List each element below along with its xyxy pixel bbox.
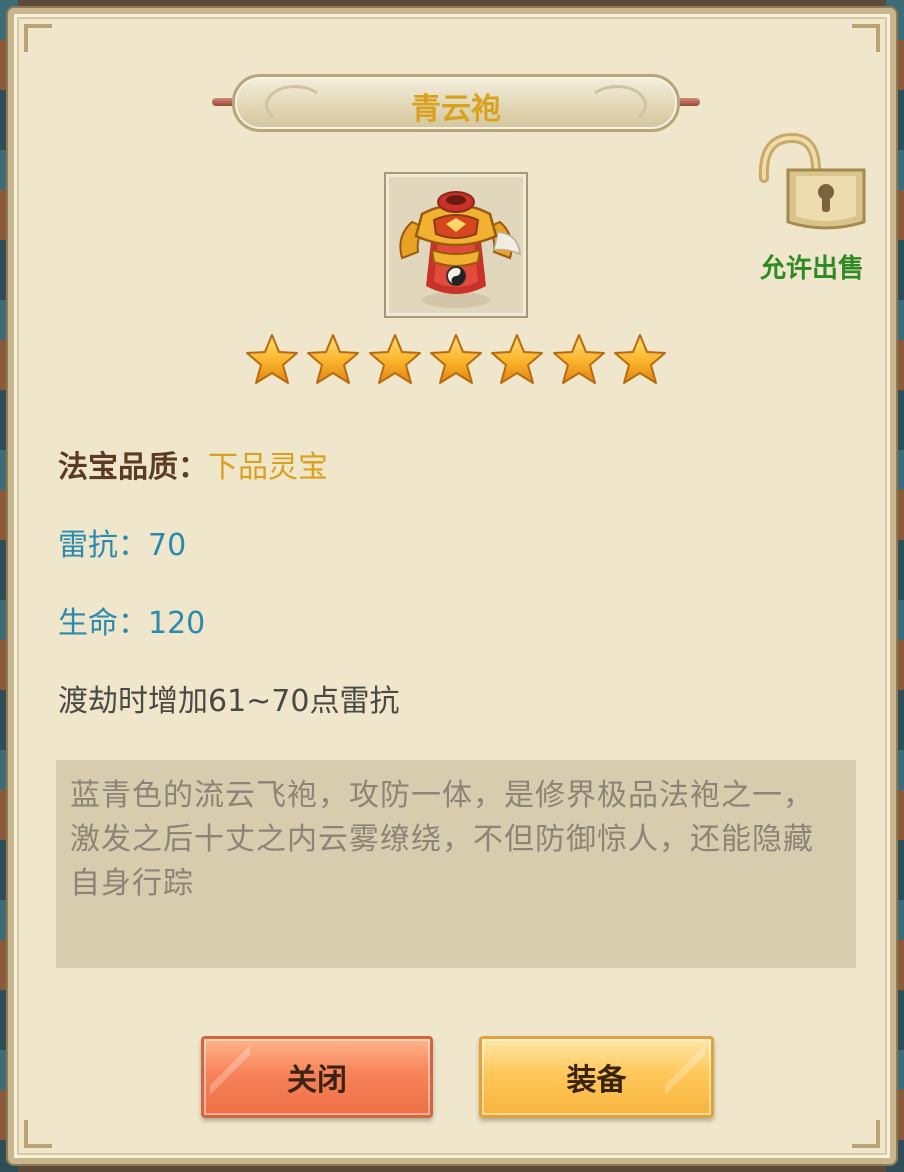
tribulation-effect: 渡劫时增加61~70点雷抗 bbox=[58, 684, 400, 719]
star-icon bbox=[613, 334, 666, 384]
thunder-resist-stat: 雷抗：70 bbox=[58, 528, 187, 563]
equip-button[interactable]: 装备 bbox=[479, 1036, 714, 1118]
star-icon bbox=[307, 334, 360, 384]
equip-button-label: 装备 bbox=[566, 1063, 627, 1098]
star-icon bbox=[491, 334, 544, 384]
robe-armor-icon bbox=[399, 191, 521, 308]
corner-ornament bbox=[852, 1120, 880, 1148]
item-icon-frame bbox=[384, 172, 528, 318]
corner-ornament bbox=[852, 24, 880, 52]
item-title: 青云袍 bbox=[411, 92, 501, 127]
item-description: 蓝青色的流云飞袍，攻防一体，是修界极品法袍之一，激发之后十丈之内云雾缭绕，不但防… bbox=[56, 760, 856, 968]
close-button-label: 关闭 bbox=[287, 1063, 347, 1098]
star-rating bbox=[244, 332, 668, 390]
star-icon bbox=[246, 334, 298, 384]
star-icon bbox=[429, 334, 482, 384]
close-button[interactable]: 关闭 bbox=[201, 1036, 433, 1118]
corner-ornament bbox=[24, 1120, 52, 1148]
life-stat: 生命：120 bbox=[58, 606, 206, 641]
button-decoration bbox=[665, 1039, 705, 1115]
quality-row: 法宝品质：下品灵宝 bbox=[58, 442, 328, 486]
quality-value: 下品灵宝 bbox=[208, 450, 328, 485]
star-icon bbox=[552, 334, 605, 384]
quality-label: 法宝品质： bbox=[58, 450, 208, 485]
sell-status-label: 允许出售 bbox=[759, 254, 864, 284]
button-decoration bbox=[210, 1039, 250, 1115]
star-icon bbox=[368, 334, 421, 384]
corner-ornament bbox=[24, 24, 52, 52]
unlocked-padlock-icon[interactable] bbox=[752, 130, 870, 234]
title-banner: 青云袍 bbox=[212, 74, 700, 132]
